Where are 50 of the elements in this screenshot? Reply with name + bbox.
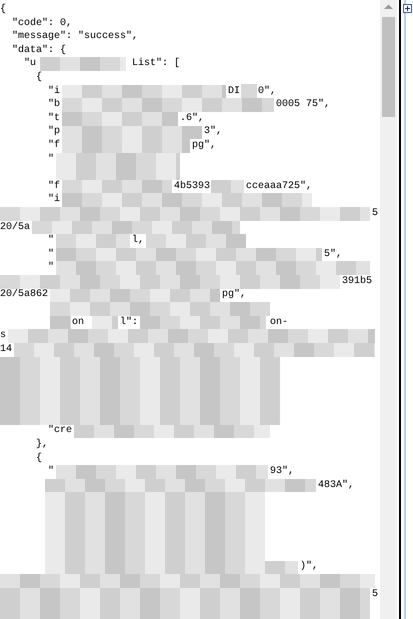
json-text: 75",	[306, 98, 330, 112]
json-text: pg",	[192, 138, 216, 153]
json-text: "	[48, 152, 54, 166]
expand-icon[interactable]	[403, 4, 412, 13]
json-text: l,	[132, 234, 144, 248]
json-text: {	[0, 3, 6, 17]
json-text: pg",	[222, 288, 246, 302]
json-text: "	[48, 248, 54, 262]
json-text: l":	[120, 316, 138, 330]
json-text: 0",	[258, 84, 276, 98]
json-text: s	[0, 329, 6, 343]
json-text: 20/5a	[0, 220, 30, 234]
json-text: {	[36, 452, 42, 466]
json-text: 93",	[270, 465, 294, 479]
json-text: "cre	[48, 424, 72, 438]
json-text: List": [	[132, 57, 180, 71]
scrollbar[interactable]	[380, 0, 397, 619]
json-text: 20/5a862	[0, 288, 48, 302]
json-text: 5	[372, 588, 378, 602]
json-text: )",	[300, 560, 318, 574]
json-text: "p	[48, 125, 60, 139]
json-text: .6",	[180, 112, 204, 126]
json-text: "t	[48, 112, 60, 126]
json-text: "data": {	[12, 44, 66, 58]
json-text: 5	[372, 206, 378, 220]
json-text: on	[72, 316, 84, 330]
json-text: cceaaa725",	[246, 180, 312, 194]
json-text: 0005	[276, 98, 300, 112]
json-text: 14	[0, 342, 12, 356]
json-text: 4b5393	[174, 180, 210, 194]
json-text: "	[48, 261, 54, 275]
json-text: "	[48, 234, 54, 248]
json-text: "code": 0,	[12, 16, 72, 30]
json-text: "	[48, 465, 54, 479]
json-text: "u	[24, 57, 36, 71]
scrollbar-thumb[interactable]	[382, 17, 395, 117]
json-text: 5",	[324, 248, 342, 262]
json-text: "b	[48, 98, 60, 112]
json-text: DI	[228, 84, 240, 98]
json-text: "i	[48, 193, 60, 207]
json-text: "f	[48, 180, 60, 194]
json-text: 391b5	[342, 274, 372, 288]
json-text: "message": "success",	[12, 30, 138, 44]
json-text: on-	[270, 316, 288, 330]
json-text: {	[36, 70, 42, 85]
json-text: },	[36, 438, 48, 452]
json-text: 3",	[204, 125, 222, 139]
json-text: 483A",	[318, 478, 354, 492]
json-text: "i	[48, 84, 60, 98]
json-text: "f	[48, 138, 60, 153]
